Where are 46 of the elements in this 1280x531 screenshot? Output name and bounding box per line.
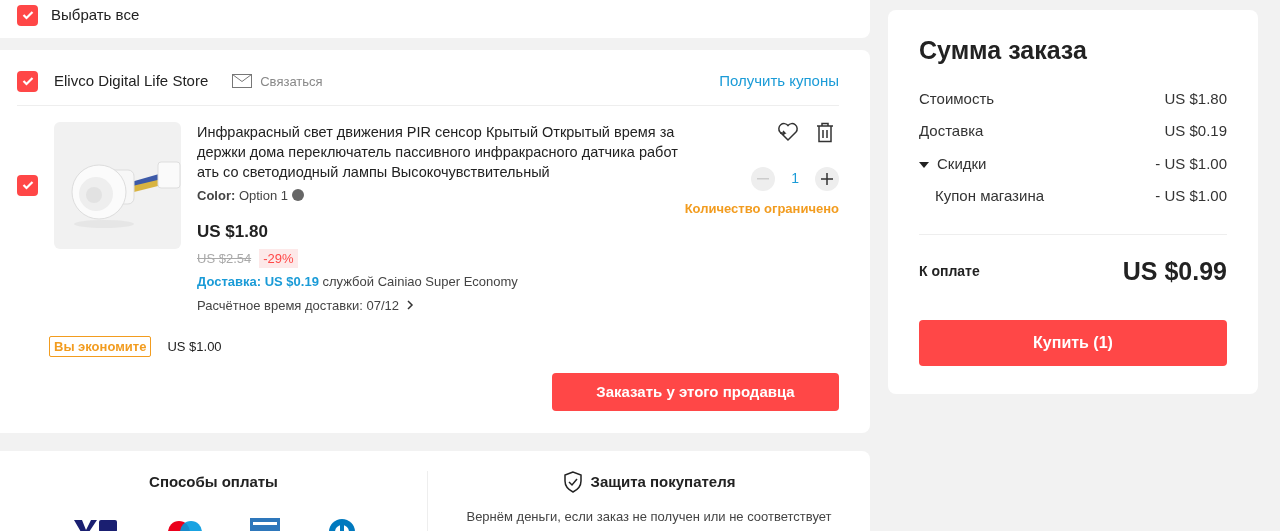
checkbox[interactable] bbox=[17, 70, 38, 92]
delivery-estimate-link[interactable]: Расчётное время доставки: 07/12 bbox=[197, 295, 414, 315]
plus-icon bbox=[821, 172, 833, 185]
summary-value: US $1.80 bbox=[1164, 88, 1227, 109]
summary-value: - US $1.00 bbox=[1155, 186, 1227, 206]
check-icon bbox=[21, 180, 34, 190]
caret-down-icon bbox=[919, 161, 929, 168]
plus-button[interactable] bbox=[815, 166, 839, 191]
total-value: US $0.99 bbox=[1122, 255, 1227, 287]
contact-link[interactable]: Связаться bbox=[232, 71, 323, 91]
old-price: US $2.54 bbox=[197, 249, 252, 268]
protection-title: Защита покупателя bbox=[590, 472, 736, 492]
summary-label: Доставка bbox=[919, 121, 984, 141]
trash-icon[interactable] bbox=[815, 121, 835, 143]
total-label: К оплате bbox=[919, 261, 980, 281]
minus-icon bbox=[757, 177, 770, 180]
quantity-value: 1 bbox=[791, 169, 799, 188]
product-title[interactable]: Инфракрасный свет движения PIR сенсор Крытый Открытый время задержки дома переключатель пассивного инфракрасного датчика работать со светодиодный лампы Высокочувствительный bbox=[197, 121, 682, 182]
savings-value: US $1.00 bbox=[167, 337, 222, 356]
protection-text: Вернём деньги, если заказ не получен или не соответствует bbox=[466, 509, 832, 524]
summary-label: Купон магазина bbox=[935, 186, 1044, 206]
heart-icon[interactable] bbox=[777, 121, 799, 142]
summary-value: - US $1.00 bbox=[1155, 153, 1227, 174]
mail-icon bbox=[232, 74, 253, 89]
shield-check-icon bbox=[562, 471, 583, 494]
summary-value: US $0.19 bbox=[1164, 121, 1227, 141]
savings-badge: Вы экономите bbox=[49, 335, 152, 357]
price: US $1.80 bbox=[197, 221, 269, 243]
order-button[interactable]: Заказать у этого продавца bbox=[552, 373, 839, 411]
discount-badge: -29% bbox=[259, 248, 298, 268]
summary-label: Скидки bbox=[937, 153, 987, 174]
payment-title: Способы оплаты bbox=[149, 472, 278, 492]
check-icon bbox=[21, 76, 34, 87]
check-icon bbox=[21, 10, 34, 20]
checkbox[interactable] bbox=[17, 174, 38, 196]
coupons-link[interactable]: Получить купоны bbox=[719, 70, 839, 93]
summary-label: Стоимость bbox=[919, 88, 995, 109]
buy-button[interactable]: Купить (1) bbox=[919, 320, 1227, 366]
chevron-right-icon bbox=[406, 300, 414, 311]
shipping-info: Доставка: US $0.19 службой Cainiao Super Economy bbox=[197, 273, 519, 291]
store-name[interactable]: Elivco Digital Life Store bbox=[54, 70, 209, 93]
product-option: Color: Option 1 bbox=[197, 185, 682, 205]
checkbox[interactable] bbox=[17, 4, 38, 26]
quantity-note: Количество ограничено bbox=[684, 199, 839, 218]
checkbox-label: Выбрать все bbox=[51, 4, 140, 25]
summary-title: Сумма заказа bbox=[919, 35, 1088, 66]
